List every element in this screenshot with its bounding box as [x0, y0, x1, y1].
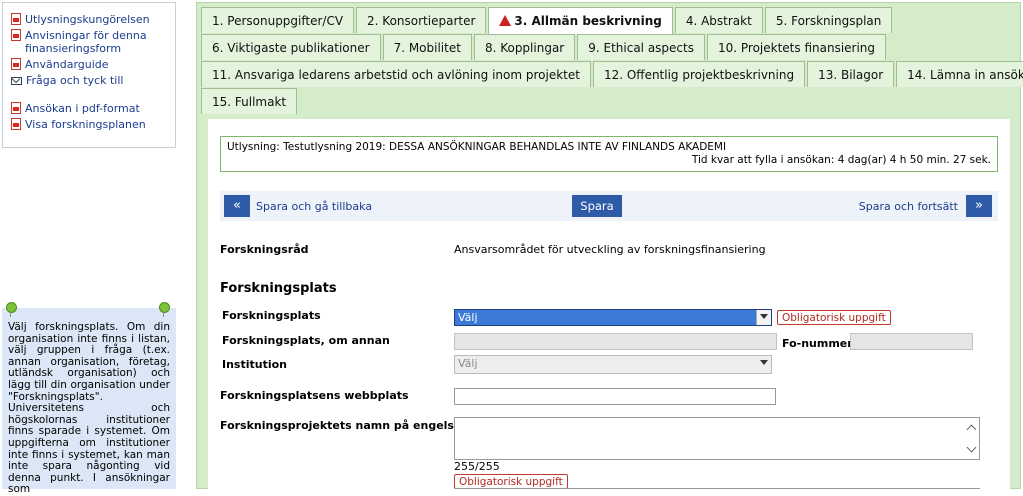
save-and-back-link[interactable]: Spara och gå tillbaka [256, 200, 372, 213]
other-site-input[interactable] [454, 333, 777, 350]
tab-personal-data[interactable]: 1. Personuppgifter/CV [201, 7, 355, 33]
tab-financing[interactable]: 10. Projektets finansiering [706, 34, 887, 60]
tab-publications[interactable]: 6. Viktigaste publikationer [201, 34, 381, 60]
pin-icon [159, 302, 170, 317]
required-badge: Obligatorisk uppgift [454, 474, 568, 489]
tab-leader-worktime[interactable]: 11. Ansvariga ledarens arbetstid och avl… [201, 61, 591, 87]
fo-number-input[interactable] [850, 333, 973, 350]
website-input[interactable] [454, 388, 776, 405]
tab-power-of-attorney[interactable]: 15. Fullmakt [201, 88, 298, 114]
tab-mobility[interactable]: 7. Mobilitet [382, 34, 472, 60]
forward-button[interactable]: » [966, 195, 992, 217]
link-research-plan[interactable]: Visa forskningsplanen [11, 118, 175, 131]
tab-general-description[interactable]: 3. Allmän beskrivning [488, 7, 673, 35]
council-value: Ansvarsområdet för utveckling av forskni… [454, 243, 766, 256]
institution-select[interactable]: Välj [454, 355, 772, 374]
institution-select-value: Välj [458, 357, 478, 370]
project-name-textarea[interactable] [454, 417, 980, 460]
warning-icon [499, 15, 512, 26]
site-select[interactable]: Välj [454, 309, 772, 326]
link-label: Ansökan i pdf-format [25, 102, 140, 115]
tab-submit[interactable]: 14. Lämna in ansökan [896, 61, 1023, 87]
tab-research-plan[interactable]: 5. Forskningsplan [764, 7, 893, 33]
char-counter: 255/255 [454, 460, 500, 473]
next-field-edge [454, 488, 980, 491]
tab-abstract[interactable]: 4. Abstrakt [674, 7, 763, 33]
link-application-pdf[interactable]: Ansökan i pdf-format [11, 102, 175, 115]
site-label: Forskningsplats [222, 309, 321, 322]
help-text: Välj forskningsplats. Om din organisatio… [8, 321, 170, 496]
link-user-guide[interactable]: Användarguide [11, 58, 175, 71]
pdf-icon [11, 13, 21, 25]
chevron-up-icon [966, 424, 977, 435]
call-title: Utlysning: Testutlysning 2019: DESSA ANS… [227, 141, 727, 153]
tab-bar: 1. Personuppgifter/CV 2. Konsortieparter… [201, 7, 1023, 115]
link-label: Användarguide [25, 58, 109, 71]
pin-icon [6, 302, 17, 317]
call-notice: Utlysning: Testutlysning 2019: DESSA ANS… [220, 136, 998, 172]
tab-links[interactable]: 8. Kopplingar [473, 34, 576, 60]
link-instructions[interactable]: Anvisningar för denna finansieringsform [11, 29, 175, 55]
site-select-value: Välj [458, 311, 478, 324]
tab-ethical[interactable]: 9. Ethical aspects [577, 34, 705, 60]
chevron-down-icon [757, 356, 771, 371]
tab-public-description[interactable]: 12. Offentlig projektbeskrivning [592, 61, 806, 87]
link-label: Visa forskningsplanen [25, 118, 146, 131]
link-label: Anvisningar för denna finansieringsform [25, 29, 147, 55]
project-name-label: Forskningsprojektets namn på engelska [220, 419, 469, 432]
chevron-down-icon [756, 310, 771, 325]
sidebar-links: Utlysningskungörelsen Anvisningar för de… [2, 2, 176, 148]
link-label: Utlysningskungörelsen [25, 13, 150, 26]
main-panel: 1. Personuppgifter/CV 2. Konsortieparter… [196, 2, 1023, 490]
pdf-icon [11, 29, 21, 41]
council-label: Forskningsråd [220, 243, 309, 256]
link-call-announcement[interactable]: Utlysningskungörelsen [11, 13, 175, 26]
pdf-icon [11, 58, 21, 70]
website-label: Forskningsplatsens webbplats [220, 389, 409, 402]
required-badge: Obligatorisk uppgift [777, 310, 891, 325]
save-and-continue-link[interactable]: Spara och fortsätt [859, 200, 958, 213]
tab-attachments[interactable]: 13. Bilagor [807, 61, 895, 87]
link-feedback[interactable]: Fråga och tyck till [11, 74, 175, 87]
pdf-icon [11, 118, 21, 130]
save-button[interactable]: Spara [572, 195, 622, 217]
form-content: Utlysning: Testutlysning 2019: DESSA ANS… [208, 119, 1010, 490]
other-site-label: Forskningsplats, om annan [222, 334, 390, 347]
action-bar: « Spara och gå tillbaka Spara Spara och … [220, 191, 998, 221]
chevron-down-icon [966, 442, 977, 453]
help-box: Välj forskningsplats. Om din organisatio… [2, 302, 176, 495]
institution-label: Institution [222, 358, 288, 371]
pdf-icon [11, 102, 21, 114]
section-title: Forskningsplats [220, 281, 337, 296]
time-left: Tid kvar att fylla i ansökan: 4 dag(ar) … [691, 154, 991, 166]
back-button[interactable]: « [224, 195, 250, 217]
link-label: Fråga och tyck till [26, 74, 124, 87]
tab-consortium[interactable]: 2. Konsortieparter [356, 7, 487, 33]
fo-label: Fo-nummer [782, 337, 853, 350]
scrollbar[interactable] [965, 418, 979, 459]
mail-icon [11, 77, 22, 85]
tab-label: 3. Allmän beskrivning [514, 14, 662, 28]
